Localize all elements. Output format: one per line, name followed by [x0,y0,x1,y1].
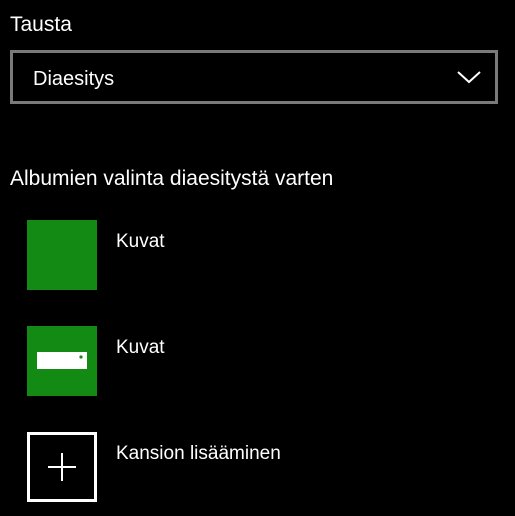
background-label: Tausta [10,13,72,36]
add-folder-button[interactable]: Kansion lisääminen [27,432,487,502]
background-dropdown[interactable]: Diaesitys [10,50,498,104]
dropdown-selected-value: Diaesitys [33,68,115,90]
plus-icon [48,453,76,481]
drive-icon [37,352,87,369]
background-settings-panel: Tausta Diaesitys Albumien valinta diaesi… [0,0,515,516]
album-item-kuvat-1[interactable]: Kuvat [27,220,487,290]
add-folder-thumbnail [27,432,97,502]
album-item-kuvat-2[interactable]: Kuvat [27,326,487,396]
album-label: Kuvat [116,337,165,358]
chevron-down-icon [457,71,481,84]
add-folder-label: Kansion lisääminen [116,443,281,464]
album-thumbnail [27,220,97,290]
albums-heading: Albumien valinta diaesitystä varten [10,167,334,190]
album-label: Kuvat [116,231,165,252]
album-thumbnail [27,326,97,396]
